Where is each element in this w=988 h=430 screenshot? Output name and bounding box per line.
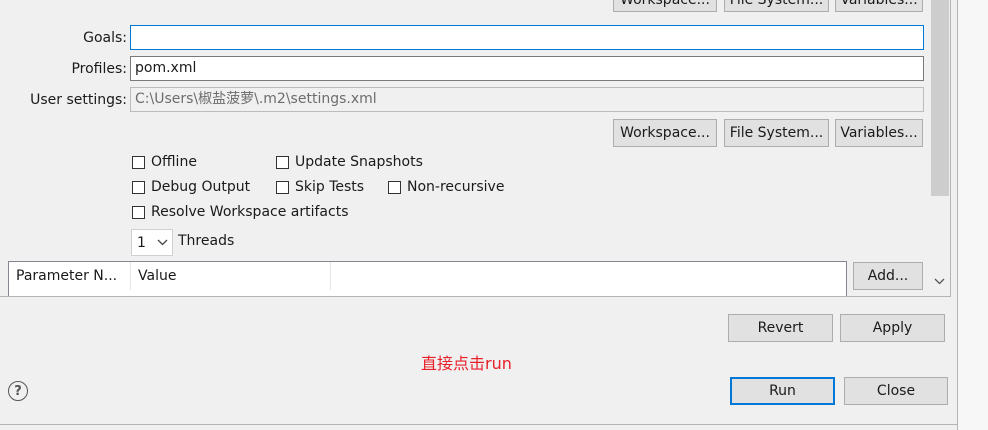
add-parameter-button[interactable]: Add... bbox=[853, 262, 923, 290]
main-config-panel: Workspace... File System... Variables...… bbox=[0, 0, 951, 297]
debug-output-checkbox[interactable]: Debug Output bbox=[132, 179, 250, 195]
variables-button[interactable]: Variables... bbox=[835, 119, 923, 147]
apply-button[interactable]: Apply bbox=[840, 314, 945, 342]
non-recursive-checkbox-box[interactable] bbox=[388, 180, 401, 194]
update-snapshots-checkbox-box[interactable] bbox=[276, 155, 289, 169]
resolve-workspace-label: Resolve Workspace artifacts bbox=[151, 204, 349, 220]
goals-input[interactable] bbox=[130, 25, 924, 50]
file-system-button[interactable]: File System... bbox=[724, 119, 829, 147]
run-button[interactable]: Run bbox=[730, 377, 835, 405]
offline-checkbox[interactable]: Offline bbox=[132, 154, 197, 170]
debug-output-label: Debug Output bbox=[151, 179, 251, 195]
window-border-bottom bbox=[0, 424, 958, 425]
goals-label: Goals: bbox=[83, 30, 127, 46]
help-icon[interactable]: ? bbox=[8, 381, 28, 401]
threads-value: 1 bbox=[137, 234, 146, 251]
non-recursive-checkbox[interactable]: Non-recursive bbox=[388, 179, 504, 195]
window-border-right bbox=[957, 0, 958, 430]
user-settings-label: User settings: bbox=[30, 92, 127, 108]
scroll-down-arrow-icon[interactable] bbox=[934, 278, 945, 285]
offline-checkbox-box[interactable] bbox=[132, 155, 145, 169]
column-header-parameter-name[interactable]: Parameter N... bbox=[9, 262, 131, 290]
update-snapshots-checkbox[interactable]: Update Snapshots bbox=[276, 154, 423, 170]
skip-tests-label: Skip Tests bbox=[295, 179, 365, 195]
threads-label: Threads bbox=[178, 233, 235, 249]
file-system-button-top[interactable]: File System... bbox=[724, 0, 829, 12]
variables-button-top[interactable]: Variables... bbox=[835, 0, 923, 12]
outside-area bbox=[958, 0, 988, 430]
scrollbar-thumb[interactable] bbox=[931, 0, 949, 196]
update-snapshots-label: Update Snapshots bbox=[295, 154, 423, 170]
threads-select[interactable]: 1 bbox=[131, 229, 173, 256]
close-button[interactable]: Close bbox=[844, 377, 948, 405]
profiles-input[interactable]: pom.xml bbox=[130, 56, 924, 81]
profiles-label: Profiles: bbox=[71, 61, 127, 77]
column-header-value[interactable]: Value bbox=[131, 262, 331, 290]
debug-output-checkbox-box[interactable] bbox=[132, 180, 145, 194]
annotation-text: 直接点击run bbox=[421, 354, 512, 373]
offline-label: Offline bbox=[151, 154, 197, 170]
workspace-button-top[interactable]: Workspace... bbox=[613, 0, 717, 12]
resolve-workspace-checkbox[interactable]: Resolve Workspace artifacts bbox=[132, 204, 348, 220]
user-settings-input[interactable]: C:\Users\椒盐菠萝\.m2\settings.xml bbox=[130, 87, 924, 112]
revert-button[interactable]: Revert bbox=[728, 314, 833, 342]
parameter-table[interactable]: Parameter N... Value bbox=[8, 261, 847, 296]
skip-tests-checkbox-box[interactable] bbox=[276, 180, 289, 194]
non-recursive-label: Non-recursive bbox=[407, 179, 505, 195]
workspace-button[interactable]: Workspace... bbox=[613, 119, 717, 147]
skip-tests-checkbox[interactable]: Skip Tests bbox=[276, 179, 364, 195]
resolve-workspace-checkbox-box[interactable] bbox=[132, 205, 145, 219]
chevron-down-icon bbox=[157, 239, 168, 246]
